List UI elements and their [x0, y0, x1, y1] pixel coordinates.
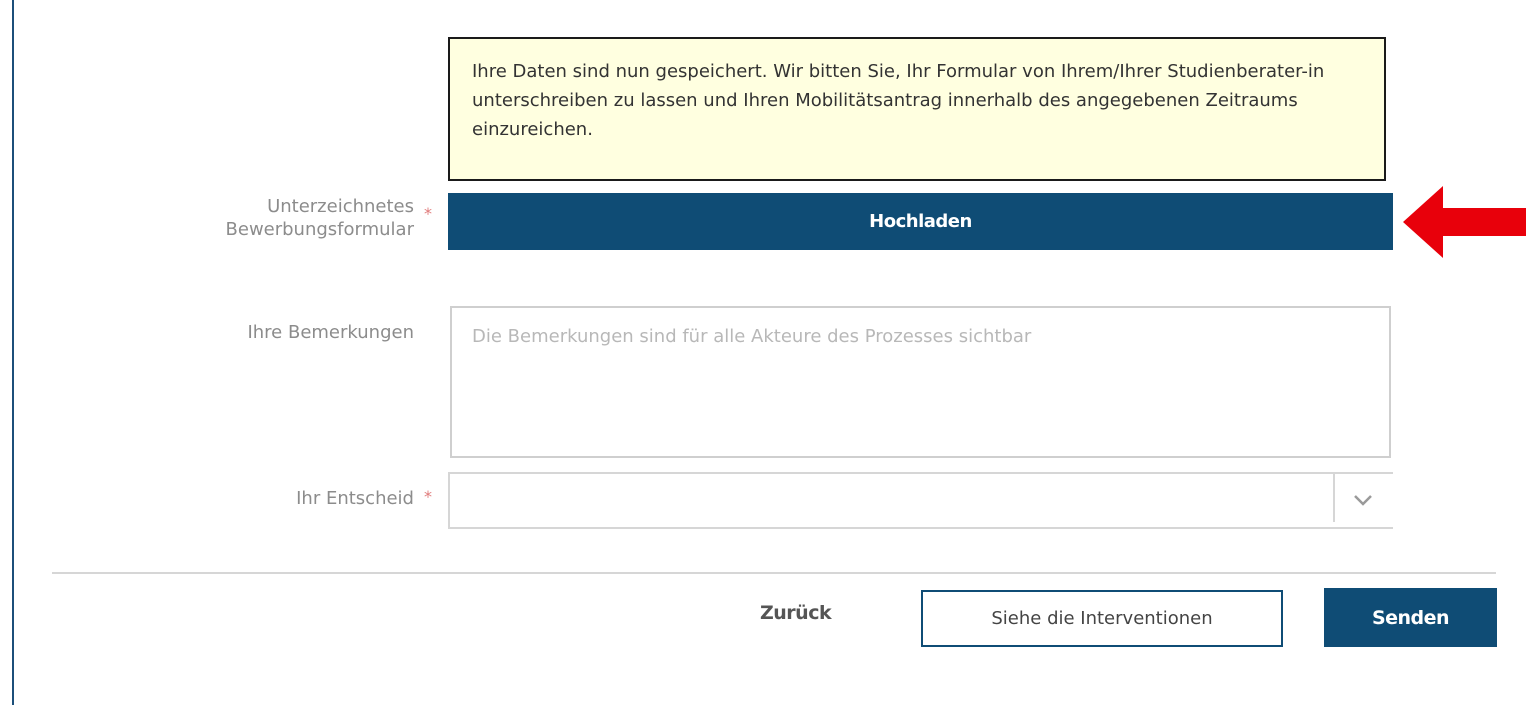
decision-required-marker: * — [424, 487, 432, 506]
decision-select[interactable] — [448, 472, 1393, 529]
info-message-text: Ihre Daten sind nun gespeichert. Wir bit… — [472, 61, 1325, 140]
application-form-page: Ihre Daten sind nun gespeichert. Wir bit… — [0, 0, 1526, 705]
left-border-line — [12, 0, 14, 705]
send-button[interactable]: Senden — [1324, 588, 1497, 647]
section-divider — [52, 572, 1496, 574]
upload-field-label: Unterzeichnetes Bewerbungsformular — [226, 195, 414, 241]
remarks-field-label: Ihre Bemerkungen — [247, 322, 414, 343]
red-arrow-left-icon — [1403, 186, 1526, 258]
upload-label-line1: Unterzeichnetes — [267, 196, 414, 217]
chevron-down-icon[interactable] — [1352, 493, 1374, 507]
back-link[interactable]: Zurück — [760, 602, 832, 624]
upload-button[interactable]: Hochladen — [448, 193, 1393, 250]
select-divider — [1333, 472, 1335, 522]
view-interventions-button[interactable]: Siehe die Interventionen — [921, 590, 1283, 647]
upload-required-marker: * — [424, 204, 432, 223]
decision-field-label: Ihr Entscheid — [296, 488, 414, 509]
upload-label-line2: Bewerbungsformular — [225, 219, 414, 240]
info-message-box: Ihre Daten sind nun gespeichert. Wir bit… — [448, 37, 1386, 181]
remarks-textarea[interactable] — [450, 306, 1391, 458]
